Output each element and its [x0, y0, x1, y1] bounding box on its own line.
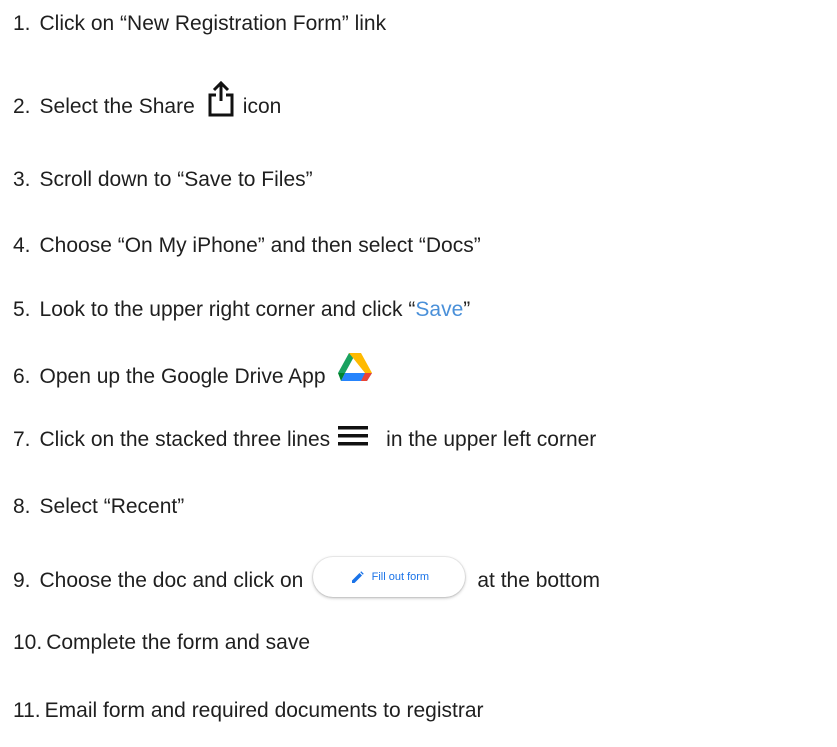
step-text: Email form and required documents to reg… [44, 699, 484, 722]
step-2: 2. Select the Share icon [13, 80, 282, 126]
step-number: 10. [13, 631, 43, 654]
step-text: Choose “On My iPhone” and then select “D… [39, 234, 481, 257]
fill-out-form-button[interactable]: Fill out form [313, 557, 466, 597]
step-6: 6. Open up the Google Drive App [13, 353, 372, 392]
step-number: 5. [13, 298, 31, 321]
step-number: 6. [13, 365, 31, 388]
step-text-after: icon [242, 95, 282, 118]
share-icon [207, 80, 235, 118]
step-4: 4. Choose “On My iPhone” and then select… [13, 234, 481, 258]
step-number: 9. [13, 569, 31, 592]
step-8: 8. Select “Recent” [13, 495, 184, 519]
step-number: 1. [13, 12, 31, 35]
step-text: Choose the doc and click on [39, 569, 304, 592]
step-1: 1. Click on “New Registration Form” link [13, 12, 386, 36]
step-text: Select “Recent” [39, 495, 185, 518]
step-text: Click on “New Registration Form” link [39, 12, 387, 35]
save-link[interactable]: Save [415, 298, 463, 322]
step-text: Scroll down to “Save to Files” [39, 168, 313, 191]
step-text-after: in the upper left corner [386, 428, 597, 451]
step-10: 10. Complete the form and save [13, 631, 310, 655]
step-number: 4. [13, 234, 31, 257]
step-text: Open up the Google Drive App [39, 365, 326, 388]
step-number: 2. [13, 95, 31, 118]
step-text: Select the Share [39, 95, 195, 118]
step-text: Look to the upper right corner and click… [39, 298, 416, 321]
step-text: Complete the form and save [46, 631, 311, 654]
step-9: 9. Choose the doc and click on Fill out … [13, 557, 600, 601]
step-number: 7. [13, 428, 31, 451]
step-number: 8. [13, 495, 31, 518]
google-drive-icon [337, 352, 372, 382]
hamburger-menu-icon [338, 425, 369, 447]
step-3: 3. Scroll down to “Save to Files” [13, 168, 313, 192]
step-text: Click on the stacked three lines [39, 428, 331, 451]
step-number: 11. [13, 699, 41, 722]
step-number: 3. [13, 168, 31, 191]
instruction-list: 1. Click on “New Registration Form” link… [0, 0, 837, 747]
step-text-after: at the bottom [477, 569, 600, 592]
fill-out-form-label: Fill out form [371, 571, 430, 583]
step-7: 7. Click on the stacked three lines in t… [13, 425, 597, 452]
step-text-after: ” [463, 298, 471, 321]
step-11: 11. Email form and required documents to… [13, 699, 484, 723]
step-5: 5. Look to the upper right corner and cl… [13, 298, 470, 322]
pencil-icon [350, 570, 364, 584]
